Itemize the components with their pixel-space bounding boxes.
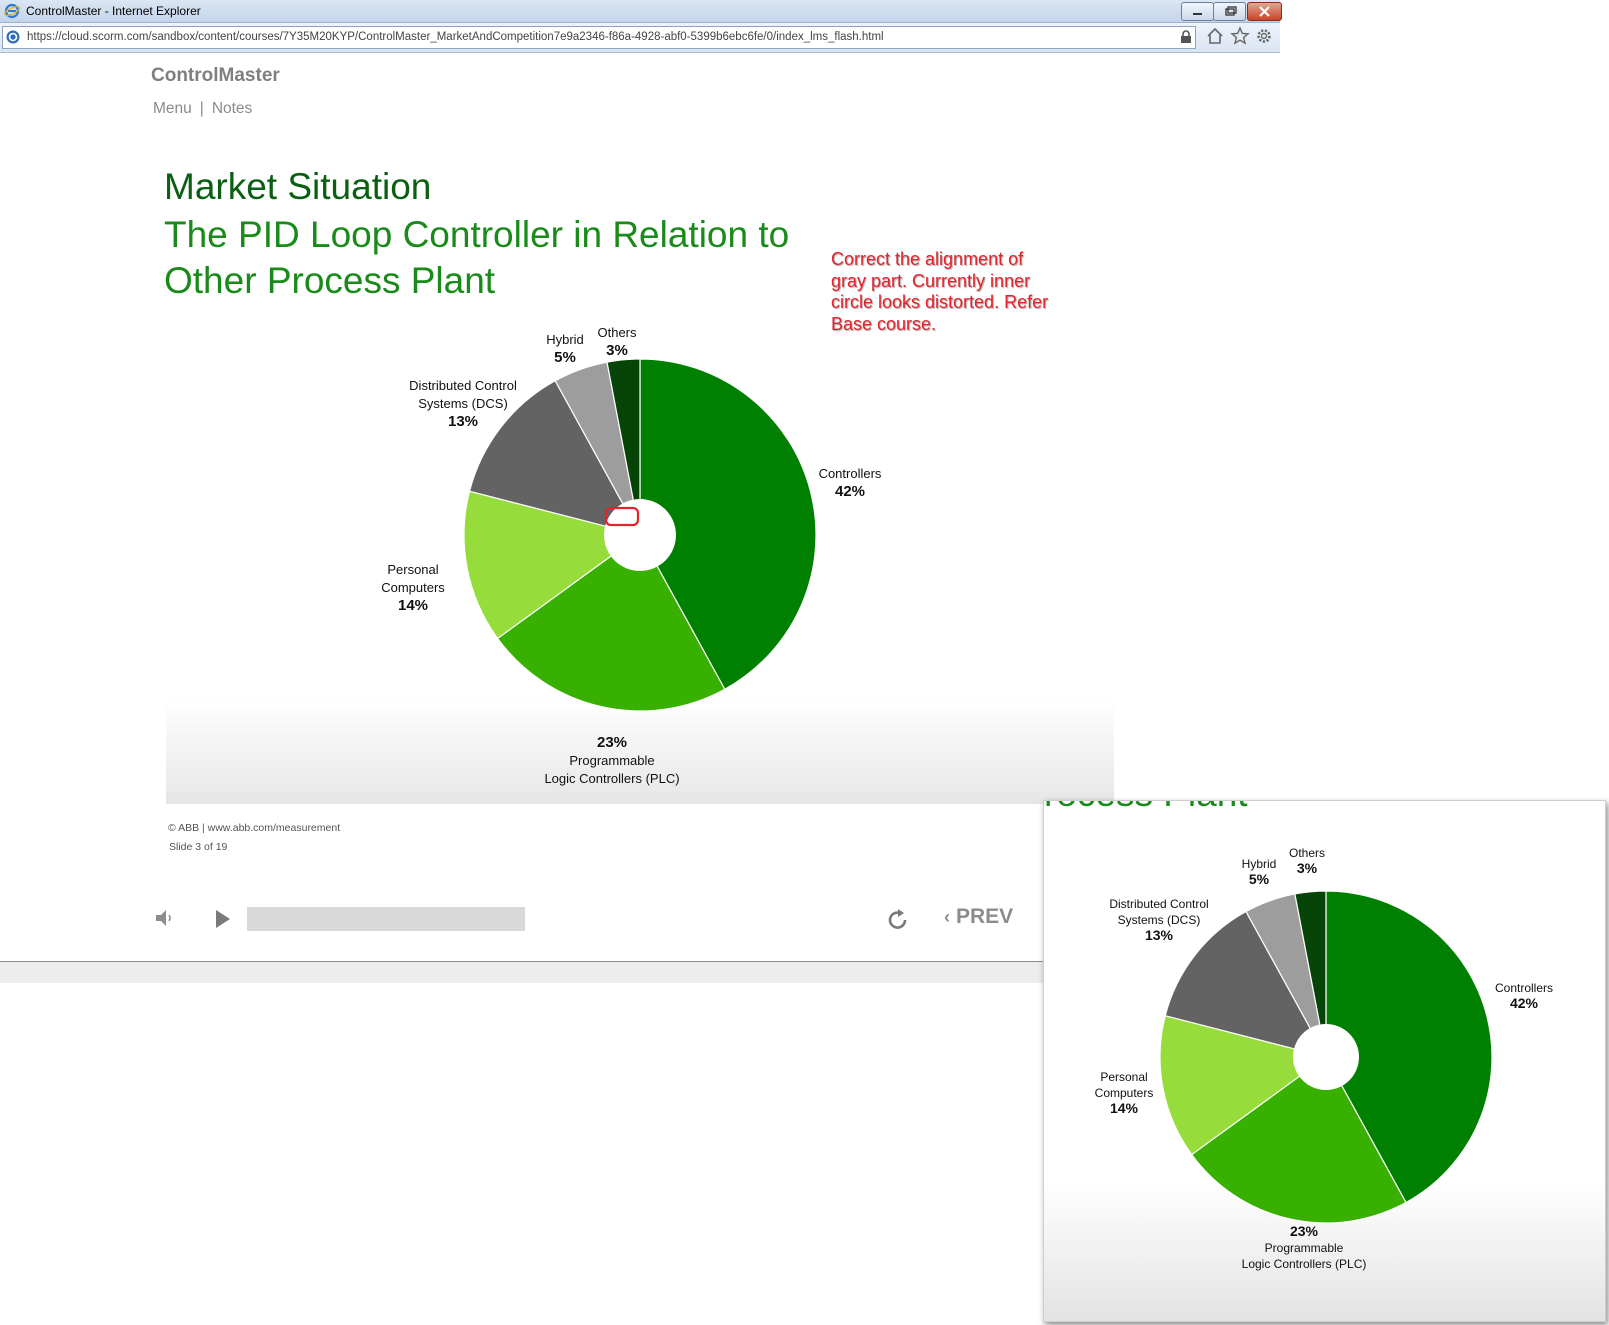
replay-icon[interactable] <box>885 907 911 933</box>
window-title: ControlMaster - Internet Explorer <box>26 4 201 18</box>
favorites-star-icon[interactable] <box>1230 26 1250 46</box>
slice-label: Hybrid 5% <box>1242 857 1277 887</box>
base-course-reference-panel: rocess Plant Controllers42%23%Programmab… <box>1043 800 1606 1322</box>
minimize-icon <box>1193 13 1202 15</box>
address-bar: https://cloud.scorm.com/sandbox/content/… <box>0 23 1280 53</box>
pie-center-hole <box>604 499 676 571</box>
slide-subtitle: The PID Loop Controller in Relation to O… <box>164 214 790 301</box>
course-nav: Menu | Notes <box>153 100 252 118</box>
footer-copyright: © ABB | www.abb.com/measurement <box>168 822 341 834</box>
slice-label: Distributed Control Systems (DCS) 13% <box>409 378 517 430</box>
prev-label: PREV <box>956 905 1014 928</box>
slice-label: Controllers 42% <box>819 466 882 500</box>
internet-explorer-icon <box>4 3 20 19</box>
home-icon[interactable] <box>1205 26 1225 46</box>
restore-button[interactable] <box>1213 2 1246 21</box>
minimize-button[interactable] <box>1181 2 1214 21</box>
site-icon <box>6 30 20 44</box>
close-icon <box>1259 6 1270 17</box>
slide-counter: Slide 3 of 19 <box>169 841 228 853</box>
slice-label: Personal Computers 14% <box>381 562 445 614</box>
slice-label: 23% Programmable Logic Controllers (PLC) <box>544 734 679 786</box>
review-comment-note: Correct the alignment of gray part. Curr… <box>831 249 1049 334</box>
player-bottom-strip <box>0 962 1044 983</box>
url-text: https://cloud.scorm.com/sandbox/content/… <box>27 31 884 43</box>
slice-label: Controllers 42% <box>1495 981 1553 1011</box>
slice-label: 23% Programmable Logic Controllers (PLC) <box>1242 1223 1367 1271</box>
volume-icon[interactable] <box>154 907 176 929</box>
chevron-left-icon: ‹ <box>944 907 950 927</box>
slide-title: Market Situation <box>164 166 432 207</box>
restore-icon <box>1225 6 1237 16</box>
play-icon[interactable] <box>214 909 232 929</box>
playback-progress-bar[interactable] <box>247 907 525 931</box>
settings-gear-icon[interactable] <box>1254 26 1274 46</box>
slice-label: Personal Computers 14% <box>1095 1070 1154 1116</box>
prev-button[interactable]: ‹ PREV <box>944 905 1013 929</box>
slice-label: Others 3% <box>597 325 637 359</box>
url-field[interactable]: https://cloud.scorm.com/sandbox/content/… <box>2 26 1196 49</box>
menu-link[interactable]: Menu <box>153 100 192 117</box>
slice-label: Hybrid 5% <box>546 332 584 366</box>
nav-separator: | <box>199 100 204 117</box>
reference-pie-chart: Controllers 42% 23% Programmable Logic Contr… <box>1095 846 1553 1271</box>
lock-icon[interactable] <box>1179 30 1193 44</box>
close-button[interactable] <box>1247 2 1282 21</box>
pie-center-hole <box>1293 1024 1359 1090</box>
notes-link[interactable]: Notes <box>212 100 253 117</box>
slice-label: Distributed Control Systems (DCS) 13% <box>1109 897 1208 943</box>
slice-label: Others 3% <box>1289 846 1325 876</box>
market-share-pie-chart: Controllers 42% 23% Programmable Logic Contr… <box>381 325 882 786</box>
window-titlebar: ControlMaster - Internet Explorer <box>0 0 1282 23</box>
course-brand: ControlMaster <box>151 65 280 86</box>
